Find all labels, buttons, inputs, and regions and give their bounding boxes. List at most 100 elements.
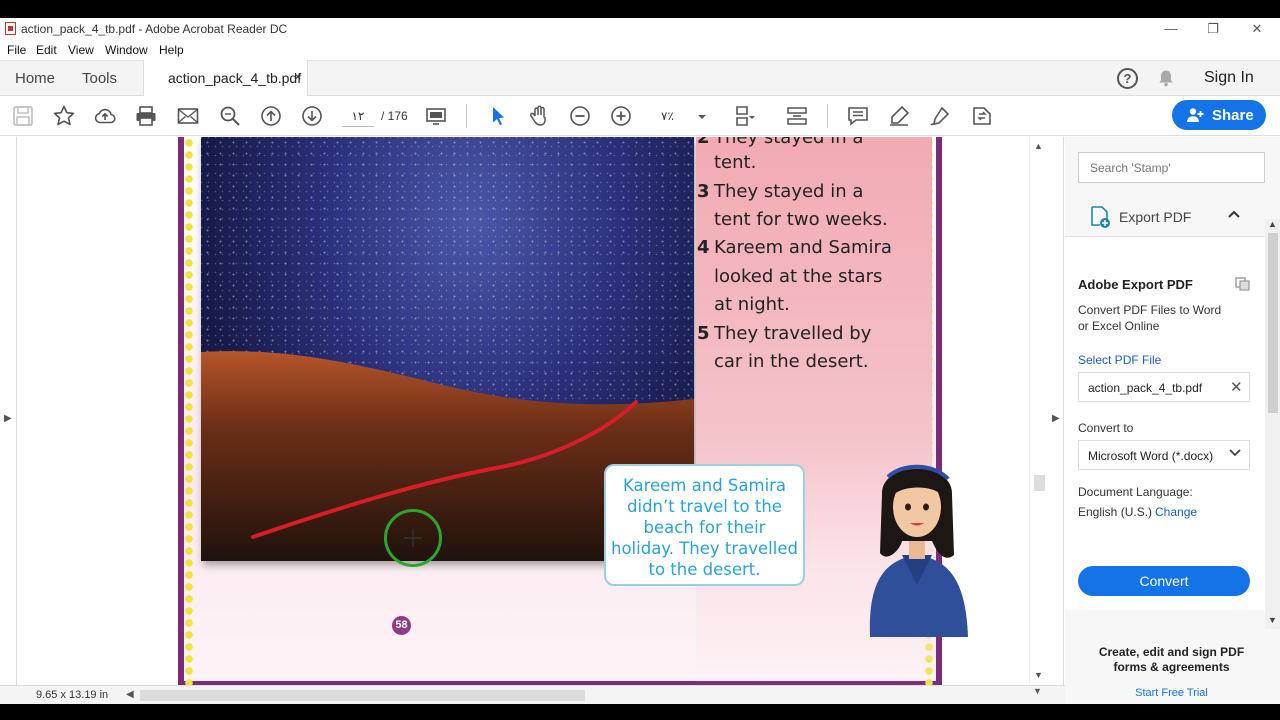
- acrobat-window: action_pack_4_tb.pdf - Adobe Acrobat Rea…: [0, 18, 1280, 704]
- convert-format-select[interactable]: Microsoft Word (*.docx): [1078, 440, 1250, 470]
- card-description-line: or Excel Online: [1078, 319, 1160, 333]
- change-language-link[interactable]: Change: [1155, 505, 1197, 519]
- zoom-in-icon[interactable]: [609, 104, 633, 128]
- card-description-line: Convert PDF Files to Word: [1078, 303, 1222, 317]
- hand-tool-icon[interactable]: [527, 104, 551, 128]
- girl-character-illustration: [862, 455, 972, 637]
- page-number-badge: 58: [392, 616, 411, 635]
- tools-pane-scrollbar[interactable]: ▲ ▼: [1265, 219, 1280, 629]
- tab-home[interactable]: Home: [15, 70, 55, 87]
- page-number-input[interactable]: ١٢: [342, 105, 374, 127]
- card-title: Adobe Export PDF: [1078, 277, 1193, 292]
- upload-cloud-icon[interactable]: [93, 104, 117, 128]
- share-button[interactable]: Share: [1172, 100, 1266, 130]
- bubble-line: holiday. They travelled: [611, 539, 798, 558]
- scroll-left-icon[interactable]: ◀: [126, 689, 134, 700]
- add-user-icon: [1186, 107, 1204, 127]
- zoom-level-dropdown[interactable]: ٧٪: [661, 109, 674, 123]
- bubble-line: beach for their: [643, 518, 766, 537]
- scroll-mode-icon[interactable]: [785, 104, 809, 128]
- more-tools-icon[interactable]: [970, 104, 994, 128]
- email-icon[interactable]: [176, 104, 200, 128]
- export-pdf-header[interactable]: Export PDF: [1065, 197, 1265, 237]
- tab-document[interactable]: action_pack_4_tb.pdf ×: [143, 60, 308, 97]
- document-language-label: Document Language:: [1078, 485, 1193, 499]
- question-number: 4: [697, 237, 710, 258]
- next-page-icon[interactable]: [300, 104, 324, 128]
- scrollbar-thumb[interactable]: [1268, 233, 1278, 413]
- status-bar: 9.65 x 13.19 in ◀ ▼: [0, 685, 1065, 704]
- document-tab-label: action_pack_4_tb.pdf: [168, 70, 302, 86]
- scroll-down-icon[interactable]: ▼: [1033, 686, 1042, 696]
- document-view[interactable]: 2 They stayed in a tent. 3 They stayed i…: [18, 137, 1029, 685]
- promo-line: Create, edit and sign PDF: [1098, 645, 1245, 659]
- question-number: 5: [697, 323, 710, 344]
- crosshair-cursor-icon: [404, 529, 422, 547]
- document-scrollbar[interactable]: ▲ ▼: [1029, 137, 1047, 685]
- collapse-right-panel-icon[interactable]: ▶: [1052, 413, 1060, 424]
- menu-help[interactable]: Help: [159, 43, 184, 57]
- search-icon[interactable]: [218, 104, 242, 128]
- scroll-up-icon[interactable]: ▲: [1268, 219, 1277, 229]
- question-line: They travelled by: [714, 323, 872, 344]
- help-icon[interactable]: ?: [1117, 68, 1138, 89]
- menu-view[interactable]: View: [68, 43, 94, 57]
- save-icon[interactable]: [11, 104, 35, 128]
- right-panel-toggle[interactable]: ▶: [1048, 137, 1064, 685]
- bubble-line: Kareem and Samira: [622, 476, 787, 495]
- bubble-line: didn’t travel to the: [627, 497, 782, 516]
- zoom-out-icon[interactable]: [568, 104, 592, 128]
- pdf-page: 2 They stayed in a tent. 3 They stayed i…: [178, 137, 968, 685]
- previous-page-icon[interactable]: [259, 104, 283, 128]
- close-window-button[interactable]: ✕: [1235, 18, 1279, 40]
- question-number-2: 2: [697, 137, 710, 148]
- fill-sign-icon[interactable]: [928, 104, 952, 128]
- copy-settings-icon[interactable]: [1235, 277, 1251, 296]
- minimize-button[interactable]: —: [1149, 18, 1193, 40]
- page-dot-border-left: [183, 137, 195, 685]
- selected-file-field[interactable]: action_pack_4_tb.pdf ✕: [1078, 372, 1250, 402]
- bubble-line: to the desert.: [648, 560, 761, 579]
- convert-button[interactable]: Convert: [1078, 566, 1250, 596]
- tab-tools[interactable]: Tools: [82, 70, 117, 87]
- close-tab-icon[interactable]: ×: [294, 69, 302, 84]
- select-cursor-icon[interactable]: [486, 104, 510, 128]
- scroll-down-icon[interactable]: ▼: [1034, 670, 1043, 680]
- display-mode-icon[interactable]: [424, 104, 448, 128]
- menu-file[interactable]: File: [7, 43, 26, 57]
- expand-left-panel-icon[interactable]: ▶: [4, 413, 12, 424]
- toolbar-divider: [466, 104, 467, 128]
- scroll-up-icon[interactable]: ▲: [1034, 141, 1043, 151]
- question-line: tent.: [714, 152, 757, 173]
- question-line: They stayed in a: [714, 181, 864, 202]
- notification-bell-icon[interactable]: [1157, 69, 1175, 87]
- export-pdf-card: Adobe Export PDF Convert PDF Files to Wo…: [1065, 237, 1265, 610]
- clear-file-icon[interactable]: ✕: [1230, 378, 1243, 396]
- menu-window[interactable]: Window: [105, 43, 148, 57]
- question-line: at night.: [714, 294, 790, 315]
- start-free-trial-link[interactable]: Start Free Trial: [1065, 687, 1278, 699]
- window-title: action_pack_4_tb.pdf - Adobe Acrobat Rea…: [21, 22, 288, 36]
- share-label: Share: [1212, 107, 1254, 124]
- highlight-pen-icon[interactable]: [887, 104, 911, 128]
- sign-in-link[interactable]: Sign In: [1204, 69, 1254, 87]
- print-icon[interactable]: [134, 104, 158, 128]
- restore-button[interactable]: ❐: [1191, 18, 1235, 40]
- tools-pane: Search 'Stamp' Export PDF Adobe Export P…: [1065, 137, 1280, 704]
- menu-edit[interactable]: Edit: [36, 43, 57, 57]
- page-layout-icon[interactable]: [733, 104, 757, 128]
- left-panel-toggle[interactable]: ▶: [0, 137, 17, 685]
- chevron-up-icon[interactable]: [1228, 207, 1240, 222]
- zoom-chevron-down-icon[interactable]: [696, 110, 708, 122]
- question-line: Kareem and Samira: [714, 237, 892, 258]
- comment-icon[interactable]: [846, 104, 870, 128]
- mouse-pointer-highlight: [384, 509, 442, 567]
- scroll-down-icon[interactable]: ▼: [1268, 615, 1277, 625]
- scrollbar-thumb[interactable]: [1034, 475, 1045, 491]
- question-line: They stayed in a: [714, 137, 864, 148]
- bookmark-star-icon[interactable]: [52, 104, 76, 128]
- document-language-value: English (U.S.): [1078, 505, 1153, 519]
- search-tools-input[interactable]: Search 'Stamp': [1078, 152, 1265, 183]
- menu-bar: File Edit View Window Help: [0, 40, 1280, 60]
- horizontal-scrollbar-thumb[interactable]: [140, 690, 585, 701]
